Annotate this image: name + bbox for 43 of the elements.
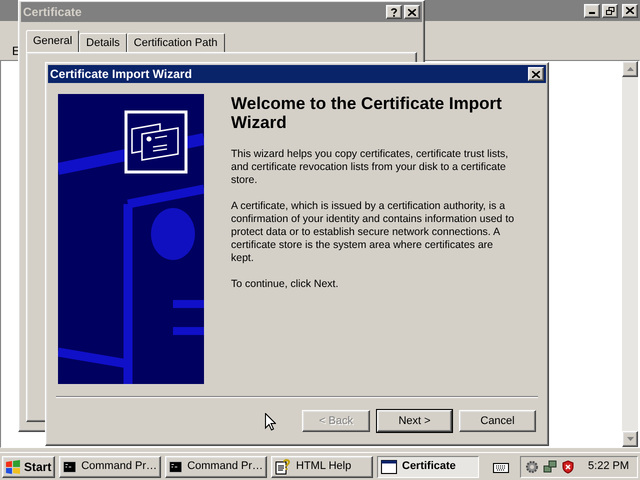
clock: 5:22 PM xyxy=(588,459,630,474)
scroll-up-button[interactable] xyxy=(622,61,638,77)
down-arrow-icon xyxy=(626,437,634,441)
close-icon xyxy=(626,7,634,14)
restore-button[interactable] xyxy=(602,4,618,18)
shield-icon[interactable] xyxy=(561,460,575,474)
restore-icon xyxy=(606,6,614,14)
mouse-pointer-icon xyxy=(265,413,276,431)
help-document-icon xyxy=(275,458,291,474)
up-arrow-icon xyxy=(626,67,634,71)
windows-logo-icon xyxy=(5,460,21,474)
close-button[interactable] xyxy=(528,67,544,81)
tab[interactable]: General xyxy=(26,30,80,52)
tab[interactable]: Details xyxy=(79,33,127,52)
taskbar-button[interactable]: HTML Help xyxy=(271,456,373,478)
question-icon xyxy=(391,8,397,16)
taskbar-button[interactable]: Command Pr… xyxy=(165,456,267,478)
wizard-heading: Welcome to the Certificate Import Wizard xyxy=(231,94,503,132)
wizard-paragraph: This wizard helps you copy certificates, certificate trust lists, and certificate revocation lists from your disk to a certificate store. xyxy=(231,148,510,187)
close-icon xyxy=(532,70,540,78)
tab[interactable]: Certification Path xyxy=(126,33,225,52)
close-icon xyxy=(408,8,416,16)
close-button[interactable] xyxy=(404,5,420,19)
scrollbar[interactable] xyxy=(622,61,638,447)
start-button[interactable]: Start xyxy=(2,456,55,478)
taskbar-button[interactable]: Certificate xyxy=(377,456,479,478)
window-icon xyxy=(381,460,397,474)
console-icon xyxy=(63,460,76,474)
wizard-paragraph: A certificate, which is issued by a certification authority, is a confirmation of your identity and contains information used to protect data or to establish secure network connections. A certificate store is the system area where certificates are kept. xyxy=(231,200,516,265)
scroll-down-button[interactable] xyxy=(622,431,638,447)
wizard-paragraph: To continue, click Next. xyxy=(231,278,340,291)
dialog-button[interactable]: Cancel xyxy=(459,410,536,432)
network-icon[interactable] xyxy=(543,460,557,474)
dialog-button[interactable]: Next > xyxy=(377,410,452,432)
gear-icon[interactable] xyxy=(525,460,539,474)
console-icon xyxy=(169,460,182,474)
window-title: Certificate Import Wizard xyxy=(50,66,193,83)
close-button[interactable] xyxy=(622,4,638,18)
window-title: Certificate xyxy=(23,4,83,21)
keyboard-icon xyxy=(493,460,509,472)
taskbar-button[interactable]: Command Pr… xyxy=(59,456,161,478)
help-button[interactable] xyxy=(386,5,402,19)
minimize-button[interactable] xyxy=(584,4,600,18)
